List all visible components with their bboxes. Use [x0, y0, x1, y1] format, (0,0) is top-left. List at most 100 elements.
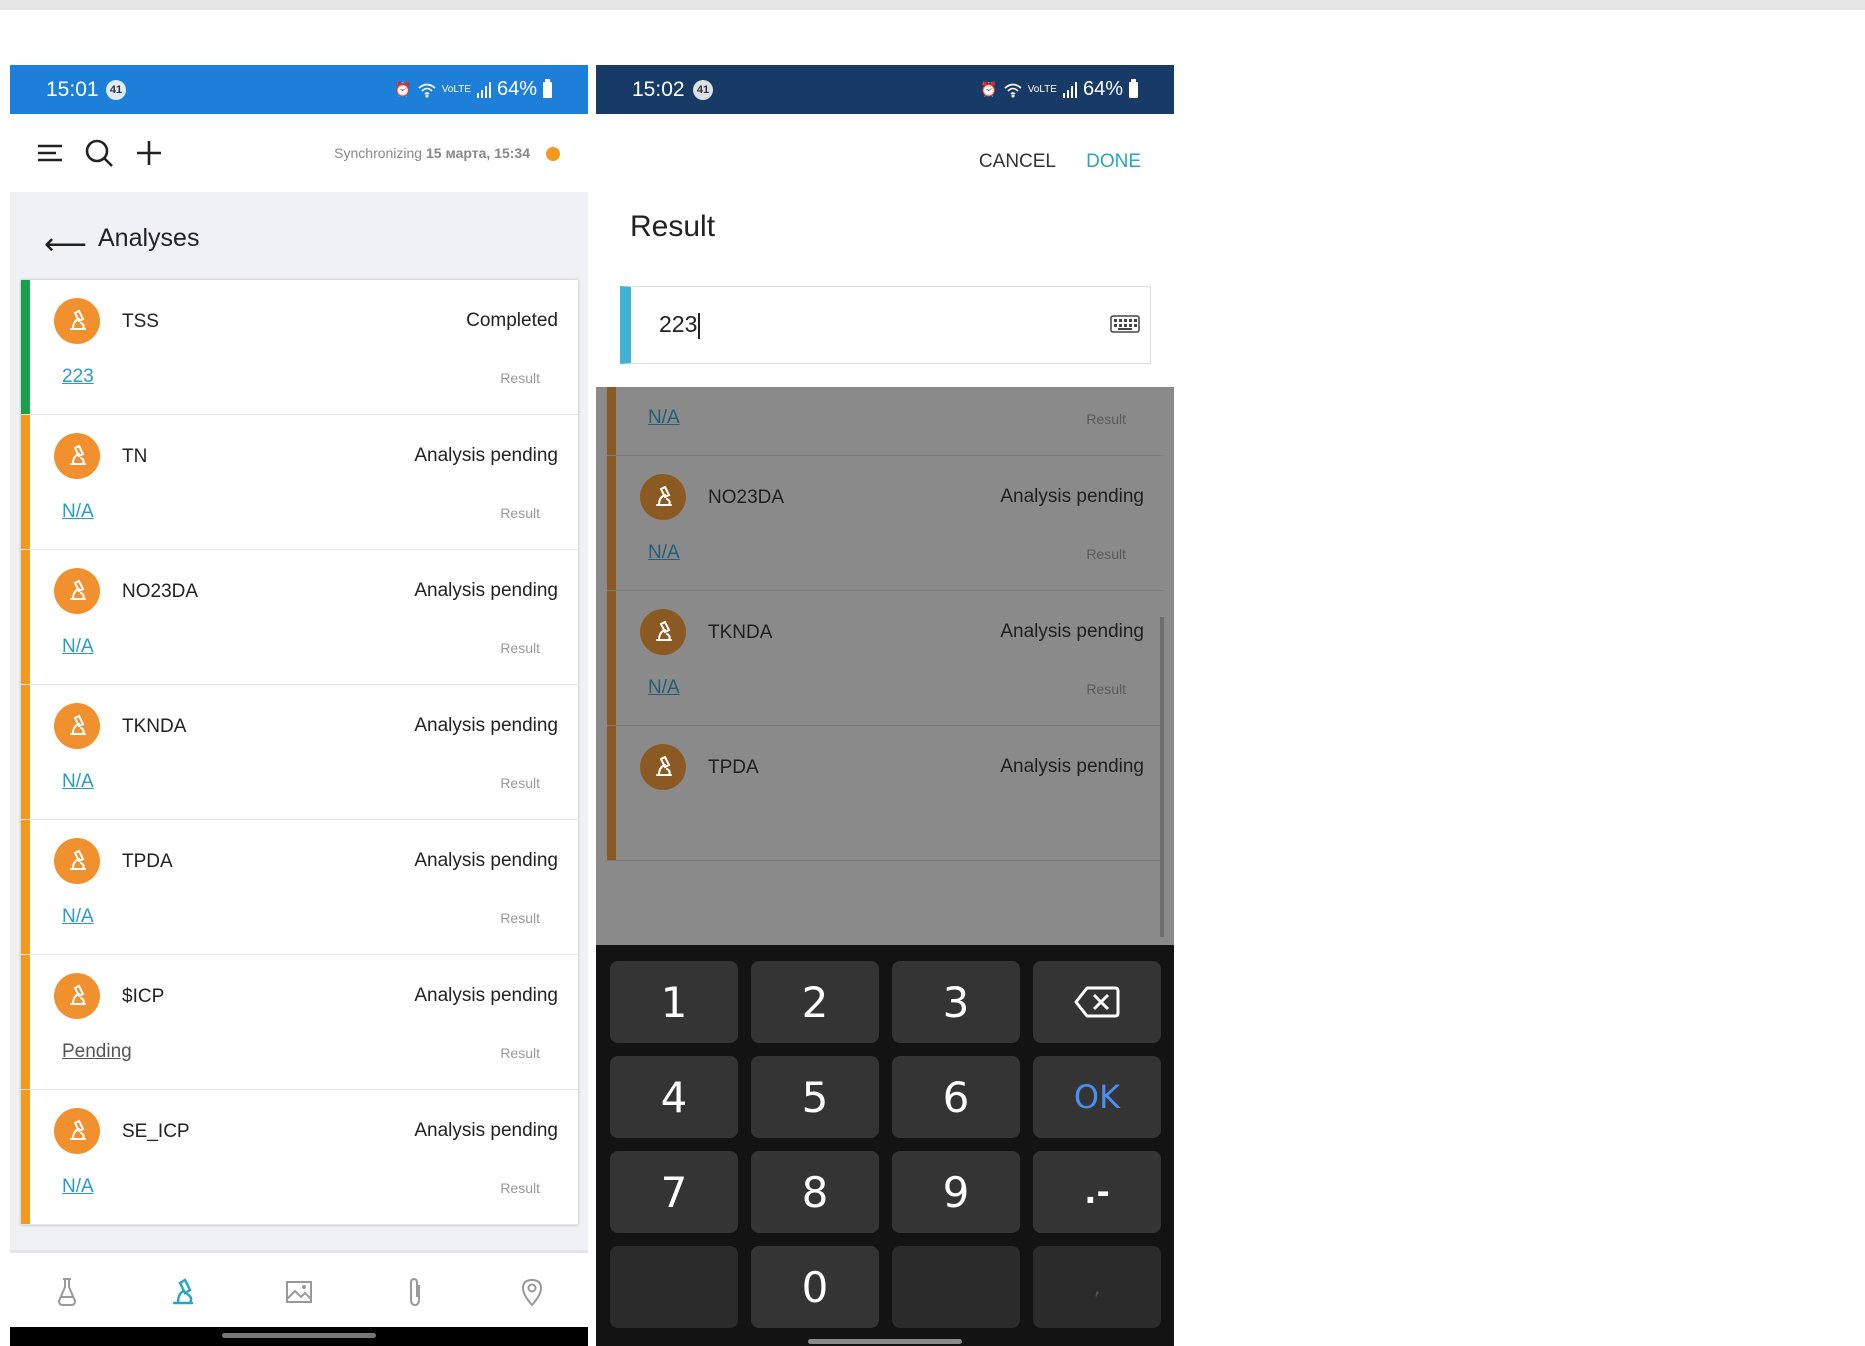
cancel-button[interactable]: CANCEL: [979, 151, 1056, 173]
menu-icon[interactable]: [34, 136, 68, 170]
result-label: Result: [500, 1045, 540, 1061]
signal-icon: [1062, 81, 1077, 98]
status-color-bar: [607, 456, 616, 590]
analysis-row[interactable]: $ICP Analysis pending Pending Result: [21, 955, 578, 1090]
analysis-status: Analysis pending: [414, 985, 558, 1006]
alarm-icon: ⏰: [980, 81, 998, 97]
back-arrow-icon[interactable]: ⟵: [44, 227, 87, 262]
analyses-list-dimmed: TNAnalysis pendingN/AResultNO23DAAnalysi…: [607, 387, 1164, 861]
dialog-title: Result: [630, 210, 716, 243]
analysis-name: NO23DA: [708, 487, 785, 508]
result-input-value[interactable]: 223: [659, 311, 700, 339]
result-value-link[interactable]: N/A: [62, 636, 94, 658]
analysis-row[interactable]: NO23DA Analysis pending N/A Result: [21, 550, 578, 685]
microscope-icon: [640, 609, 686, 655]
image-icon[interactable]: [282, 1275, 316, 1309]
analysis-row[interactable]: TKNDA Analysis pending N/A Result: [21, 685, 578, 820]
battery-icon: [543, 78, 552, 98]
search-icon[interactable]: [82, 136, 116, 170]
result-value-link[interactable]: N/A: [62, 1176, 94, 1198]
result-input[interactable]: 223: [620, 286, 1151, 364]
result-value-link[interactable]: N/A: [648, 407, 680, 429]
key-1[interactable]: 1: [610, 961, 738, 1043]
result-label: Result: [1086, 546, 1126, 562]
analysis-status: Completed: [466, 310, 558, 331]
home-indicator[interactable]: [808, 1339, 962, 1344]
blank-key: [892, 1246, 1020, 1328]
key-0[interactable]: 0: [751, 1246, 879, 1328]
result-value-link[interactable]: Pending: [62, 1041, 132, 1063]
status-color-bar: [21, 415, 30, 549]
analysis-row[interactable]: TKNDA Analysis pending N/A Result: [607, 591, 1164, 726]
location-pin-icon[interactable]: [515, 1275, 549, 1309]
status-bar: 15:01 41 ⏰ VoLTE 64%: [10, 65, 588, 114]
ok-key[interactable]: OK: [1033, 1056, 1161, 1138]
result-label: Result: [500, 505, 540, 521]
status-bar: 15:02 41 ⏰ VoLTE 64%: [596, 65, 1174, 114]
screenshot-stage: 15:01 41 ⏰ VoLTE 64% Synchronizing 15 ма…: [0, 0, 1865, 1346]
analysis-status: Analysis pending: [1000, 621, 1144, 642]
battery-percent: 64%: [1082, 78, 1123, 100]
gesture-bar: [10, 1327, 588, 1346]
analysis-row[interactable]: TPDA Analysis pending N/A Result: [21, 820, 578, 955]
key-7[interactable]: 7: [610, 1151, 738, 1233]
sync-indicator-dot: [546, 147, 560, 161]
result-label: Result: [1086, 411, 1126, 427]
analysis-row[interactable]: TPDA Analysis pending: [607, 726, 1164, 861]
flask-icon[interactable]: [50, 1275, 84, 1309]
analysis-status: Analysis pending: [414, 445, 558, 466]
decimal-minus-key[interactable]: .-: [1033, 1151, 1161, 1233]
microscope-icon[interactable]: [166, 1275, 200, 1309]
key-8[interactable]: 8: [751, 1151, 879, 1233]
key-2[interactable]: 2: [751, 961, 879, 1043]
analyses-list: TSS Completed 223 Result TN Analysis pending N…: [21, 280, 578, 1225]
status-icons: ⏰ VoLTE 64%: [980, 78, 1138, 101]
result-value-link[interactable]: N/A: [648, 542, 680, 564]
microscope-icon: [640, 474, 686, 520]
status-color-bar: [21, 820, 30, 954]
signal-icon: [476, 81, 491, 98]
key-4[interactable]: 4: [610, 1056, 738, 1138]
analysis-name: TKNDA: [708, 622, 773, 643]
analysis-row[interactable]: NO23DA Analysis pending N/A Result: [607, 456, 1164, 591]
status-color-bar: [607, 387, 616, 455]
backspace-key[interactable]: [1033, 961, 1161, 1043]
result-label: Result: [1086, 681, 1126, 697]
add-icon[interactable]: [132, 136, 166, 170]
analysis-status: Analysis pending: [1000, 486, 1144, 507]
status-color-bar: [21, 685, 30, 819]
status-color-bar: [21, 550, 30, 684]
key-6[interactable]: 6: [892, 1056, 1020, 1138]
done-button[interactable]: DONE: [1086, 151, 1141, 173]
scrollbar[interactable]: [1160, 617, 1164, 937]
microscope-icon: [54, 568, 100, 614]
analyses-list-container: TSS Completed 223 Result TN Analysis pending N…: [10, 280, 588, 1315]
result-value-link[interactable]: N/A: [648, 677, 680, 699]
home-indicator[interactable]: [222, 1333, 376, 1338]
result-label: Result: [500, 1180, 540, 1196]
analysis-row[interactable]: TNAnalysis pendingN/AResult: [21, 415, 578, 550]
result-value-link[interactable]: N/A: [62, 501, 94, 523]
result-value-link[interactable]: N/A: [62, 771, 94, 793]
comma-key[interactable]: ,: [1033, 1246, 1161, 1328]
sync-status: Synchronizing 15 марта, 15:34: [334, 145, 530, 161]
analysis-row[interactable]: TSS Completed 223 Result: [21, 280, 578, 415]
analysis-name: SE_ICP: [122, 1121, 190, 1142]
result-value-link[interactable]: N/A: [62, 906, 94, 928]
microscope-icon: [54, 973, 100, 1019]
paperclip-icon[interactable]: [398, 1275, 432, 1309]
blank-key: [610, 1246, 738, 1328]
bottom-navigation: [10, 1250, 588, 1332]
key-9[interactable]: 9: [892, 1151, 1020, 1233]
microscope-icon: [54, 298, 100, 344]
key-3[interactable]: 3: [892, 961, 1020, 1043]
numeric-keyboard: 1 2 3 4 5 6 OK 7 8 9 .- 0,: [596, 945, 1174, 1346]
analysis-row[interactable]: TNAnalysis pendingN/AResult: [607, 387, 1164, 456]
analysis-row[interactable]: SE_ICP Analysis pending N/A Result: [21, 1090, 578, 1225]
keyboard-icon[interactable]: [1110, 313, 1140, 335]
key-5[interactable]: 5: [751, 1056, 879, 1138]
status-color-bar: [21, 280, 30, 414]
status-color-bar: [607, 726, 616, 860]
result-value-link[interactable]: 223: [62, 366, 94, 388]
analysis-name: TPDA: [708, 757, 759, 778]
